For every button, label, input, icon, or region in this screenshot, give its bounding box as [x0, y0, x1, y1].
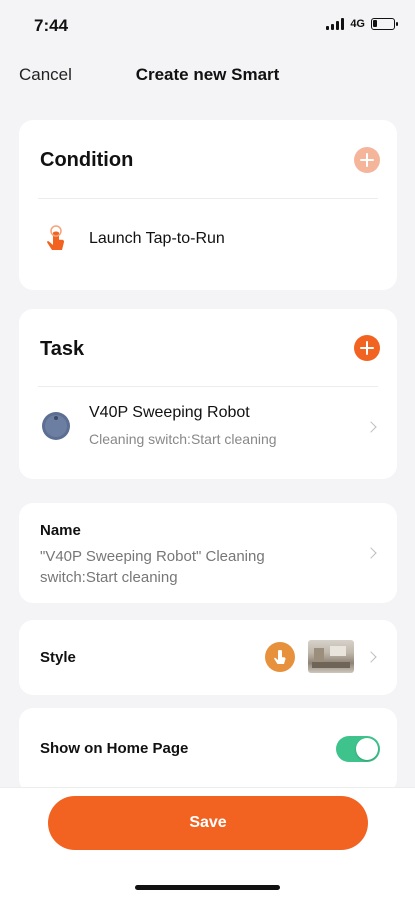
show-home-toggle[interactable] [336, 736, 380, 762]
signal-icon [326, 18, 345, 30]
name-value-line1: "V40P Sweeping Robot" Cleaning [40, 548, 265, 565]
divider [38, 386, 378, 387]
chevron-right-icon [365, 547, 377, 559]
task-header: Task [40, 338, 85, 360]
network-label: 4G [350, 18, 365, 30]
robot-vacuum-icon [42, 412, 70, 440]
add-task-button[interactable] [354, 335, 380, 361]
task-item-title: V40P Sweeping Robot [89, 404, 250, 421]
task-card: Task V40P Sweeping Robot Cleaning switch… [19, 309, 397, 479]
task-item-subtitle: Cleaning switch:Start cleaning [89, 431, 277, 447]
show-home-row: Show on Home Page [19, 708, 397, 793]
home-indicator[interactable] [135, 885, 280, 890]
name-value-line2: switch:Start cleaning [40, 569, 178, 586]
condition-item[interactable]: Launch Tap-to-Run [19, 210, 397, 270]
task-item[interactable]: V40P Sweeping Robot Cleaning switch:Star… [19, 393, 397, 463]
show-home-label: Show on Home Page [40, 740, 189, 757]
status-bar: 7:44 4G [0, 0, 415, 50]
divider [38, 198, 378, 199]
save-button[interactable]: Save [48, 796, 368, 850]
condition-header: Condition [40, 149, 134, 171]
add-condition-button[interactable] [354, 147, 380, 173]
style-row[interactable]: Style [19, 620, 397, 695]
cancel-button[interactable]: Cancel [19, 65, 72, 85]
status-indicators: 4G [326, 18, 398, 30]
style-label: Style [40, 649, 76, 666]
condition-item-label: Launch Tap-to-Run [89, 230, 225, 247]
battery-icon [371, 18, 398, 30]
chevron-right-icon [365, 421, 377, 433]
status-time: 7:44 [34, 16, 69, 35]
name-row[interactable]: Name "V40P Sweeping Robot" Cleaning swit… [19, 503, 397, 603]
tap-hand-icon [47, 225, 65, 250]
condition-card: Condition Launch Tap-to-Run [19, 120, 397, 290]
room-thumbnail [308, 640, 354, 673]
name-label: Name [40, 522, 81, 539]
chevron-right-icon [365, 651, 377, 663]
style-tap-hand-icon [265, 642, 295, 672]
